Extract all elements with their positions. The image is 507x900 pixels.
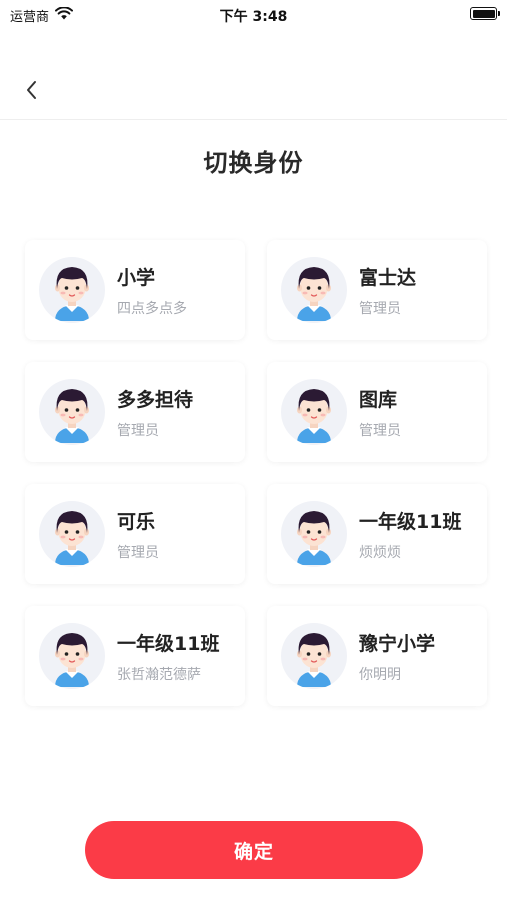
identity-text: 多多担待 管理员 <box>117 385 193 440</box>
identity-card[interactable]: 图库 管理员 <box>267 362 487 462</box>
avatar <box>281 257 347 323</box>
identity-text: 可乐 管理员 <box>117 507 159 562</box>
boy-avatar-icon <box>297 267 331 321</box>
identity-card[interactable]: 豫宁小学 你明明 <box>267 606 487 706</box>
identity-name: 豫宁小学 <box>359 632 436 655</box>
avatar <box>39 379 105 445</box>
identity-role: 管理员 <box>117 422 159 439</box>
identity-role: 四点多点多 <box>117 300 187 317</box>
confirm-button[interactable]: 确定 <box>85 821 423 879</box>
avatar <box>281 379 347 445</box>
identity-text: 富士达 管理员 <box>359 263 416 318</box>
nav-bar <box>0 60 507 120</box>
identity-name: 小学 <box>117 266 156 289</box>
boy-avatar-icon <box>297 389 331 443</box>
status-bar: 运营商 下午 3:48 <box>0 0 507 28</box>
identity-name: 富士达 <box>359 266 417 289</box>
boy-avatar-icon <box>55 633 89 687</box>
avatar <box>39 501 105 567</box>
identity-text: 豫宁小学 你明明 <box>359 629 435 684</box>
identity-name: 图库 <box>359 388 398 411</box>
identity-grid: 小学 四点多点多 富士达 管理员 多多担待 管理员 图库 管理员 可乐 管理员 <box>25 240 487 706</box>
identity-name: 多多担待 <box>117 388 194 411</box>
identity-role: 烦烦烦 <box>359 544 401 561</box>
boy-avatar-icon <box>55 511 89 565</box>
identity-card[interactable]: 一年级11班 烦烦烦 <box>267 484 487 584</box>
chevron-left-icon <box>27 81 36 99</box>
status-time: 下午 3:48 <box>219 9 288 25</box>
identity-role: 你明明 <box>359 666 401 683</box>
identity-name: 可乐 <box>117 510 156 533</box>
boy-avatar-icon <box>297 633 331 687</box>
avatar <box>281 501 347 567</box>
avatar <box>281 623 347 689</box>
identity-card[interactable]: 小学 四点多点多 <box>25 240 245 340</box>
identity-role: 管理员 <box>359 300 401 317</box>
boy-avatar-icon <box>297 511 331 565</box>
identity-card[interactable]: 富士达 管理员 <box>267 240 487 340</box>
battery-icon <box>470 7 500 20</box>
identity-name: 一年级11班 <box>359 510 462 533</box>
boy-avatar-icon <box>55 389 89 443</box>
avatar <box>39 623 105 689</box>
identity-text: 一年级11班 张哲瀚范德萨 <box>117 629 219 684</box>
avatar <box>39 257 105 323</box>
identity-role: 管理员 <box>359 422 401 439</box>
identity-text: 小学 四点多点多 <box>117 263 187 318</box>
identity-card[interactable]: 多多担待 管理员 <box>25 362 245 462</box>
boy-avatar-icon <box>55 267 89 321</box>
identity-card[interactable]: 一年级11班 张哲瀚范德萨 <box>25 606 245 706</box>
identity-role: 管理员 <box>117 544 159 561</box>
identity-text: 图库 管理员 <box>359 385 401 440</box>
identity-card[interactable]: 可乐 管理员 <box>25 484 245 584</box>
identity-role: 张哲瀚范德萨 <box>117 666 201 683</box>
identity-text: 一年级11班 烦烦烦 <box>359 507 461 562</box>
back-button[interactable] <box>18 76 46 104</box>
page-title: 切换身份 <box>203 149 304 177</box>
identity-name: 一年级11班 <box>117 632 220 655</box>
